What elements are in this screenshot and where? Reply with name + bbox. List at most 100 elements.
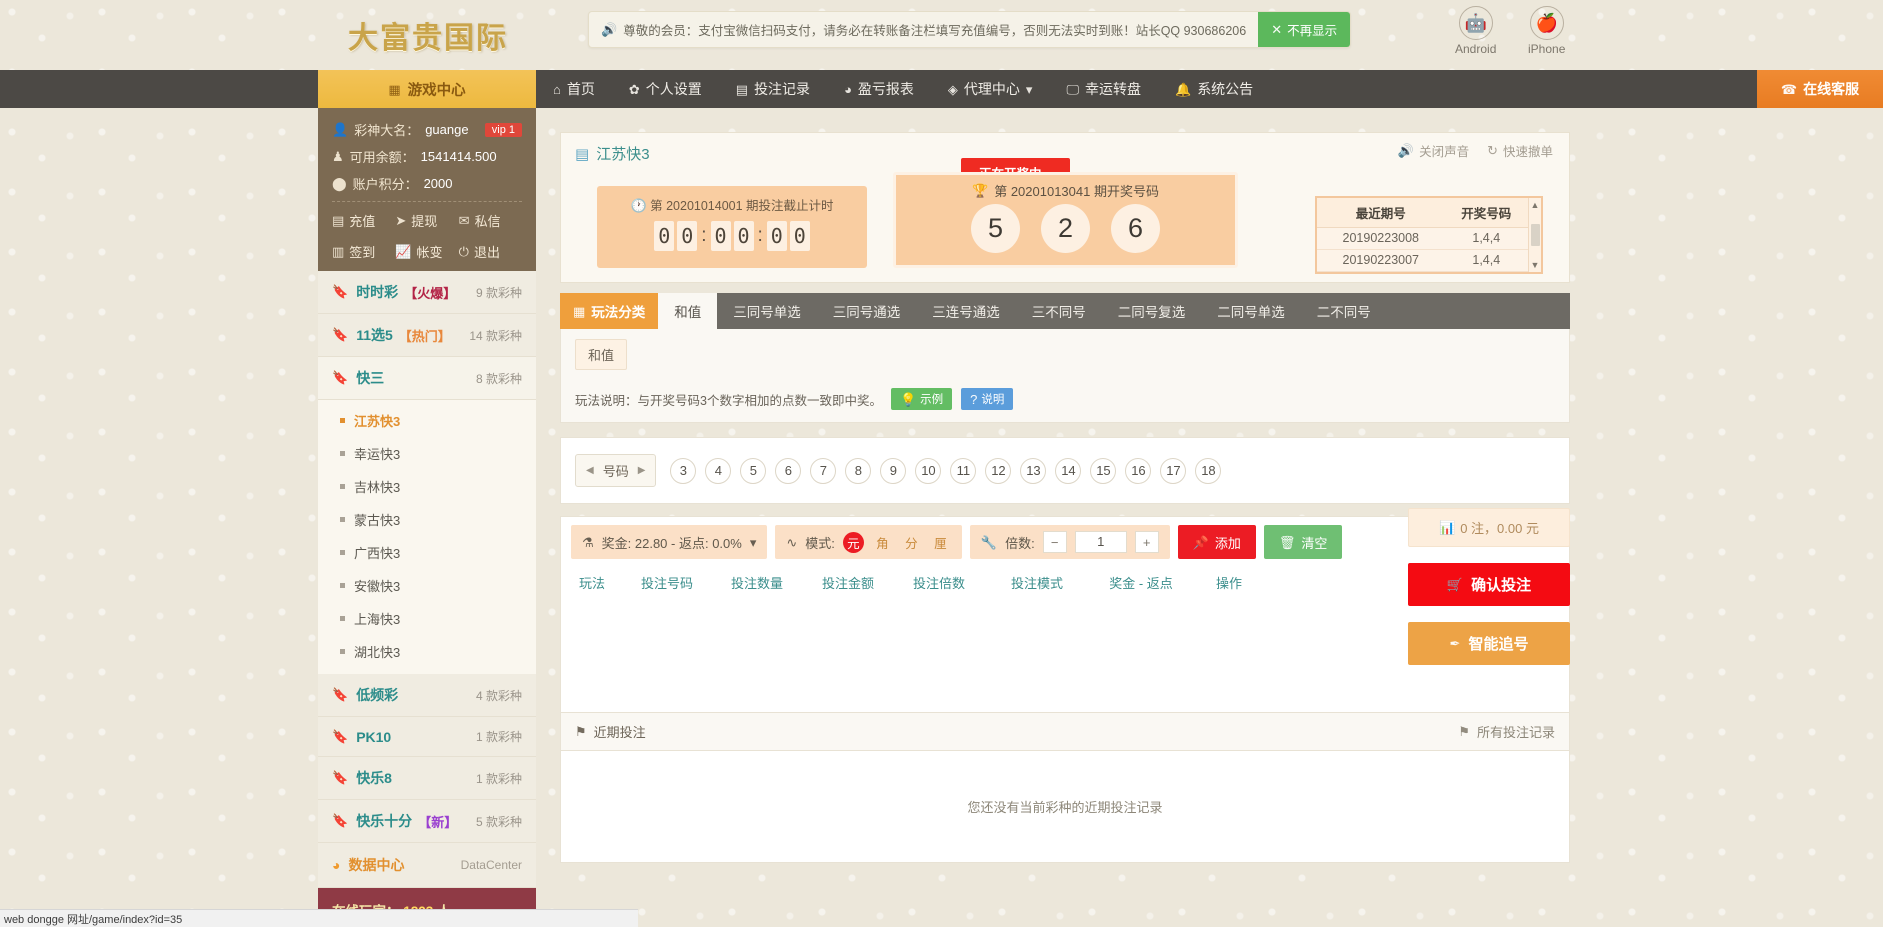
- number-ball[interactable]: 18: [1195, 457, 1222, 484]
- nav-item-label: 盈亏报表: [857, 81, 914, 97]
- user-link-withdraw[interactable]: ➤ 提现: [395, 211, 458, 230]
- tab-erbutonghao[interactable]: 二不同号: [1301, 293, 1387, 329]
- tab-ertonghao-fuxuan[interactable]: 二同号复选: [1102, 293, 1202, 329]
- nav-item-agent-center[interactable]: ◈ 代理中心 ▾: [931, 70, 1050, 108]
- number-group-nav[interactable]: ◀ 号码 ▶: [575, 454, 657, 487]
- android-download[interactable]: 🤖 Android: [1455, 6, 1496, 56]
- nav-online-service[interactable]: ☎ 在线客服: [1757, 70, 1883, 108]
- trash-icon: 🗑: [1278, 534, 1296, 550]
- column-header-mode: 投注模式: [1010, 576, 1063, 591]
- smart-chase-button[interactable]: ✒ 智能追号: [1408, 622, 1570, 665]
- all-bet-records-link[interactable]: ⚑ 所有投注记录: [1458, 722, 1555, 741]
- column-header-amount: 投注金额: [821, 576, 874, 591]
- chevron-down-icon[interactable]: ▾: [750, 536, 757, 549]
- tab-hezhi[interactable]: 和值: [658, 293, 718, 329]
- sidebar-item-jilin-kuai3[interactable]: 吉林快3: [318, 470, 536, 503]
- tab-salianhao-tongxuan[interactable]: 三连号通选: [916, 293, 1016, 329]
- sidebar-item-datacenter[interactable]: ◕ 数据中心 DataCenter: [318, 843, 536, 888]
- user-link-messages[interactable]: ✉ 私信: [459, 211, 522, 230]
- number-ball[interactable]: 13: [1020, 457, 1047, 484]
- number-ball[interactable]: 17: [1160, 457, 1187, 484]
- tab-ertonghao-danxuan[interactable]: 二同号单选: [1201, 293, 1301, 329]
- tab-santonghao-danxuan[interactable]: 三同号单选: [717, 293, 817, 329]
- sidebar-item-xingyun-kuai3[interactable]: 幸运快3: [318, 437, 536, 470]
- number-ball[interactable]: 15: [1090, 457, 1117, 484]
- category-count: 5 款彩种: [475, 814, 522, 829]
- notice-close-button[interactable]: ✕ 不再显示: [1258, 12, 1351, 47]
- subtab-hezhi[interactable]: 和值: [575, 339, 628, 370]
- chevron-left-icon[interactable]: ◀: [586, 465, 594, 476]
- scroll-down-icon[interactable]: ▼: [1531, 260, 1540, 270]
- prize-selector[interactable]: ⚗ 奖金: 22.80 - 返点: 0.0% ▾: [571, 525, 768, 559]
- number-ball[interactable]: 14: [1055, 457, 1082, 484]
- result-label: 第 20201013041 期开奖号码: [994, 184, 1159, 199]
- nav-game-center[interactable]: ▦ 游戏中心: [318, 70, 536, 108]
- number-ball[interactable]: 8: [845, 457, 872, 484]
- explain-button[interactable]: ? 说明: [961, 388, 1014, 410]
- user-link-transactions[interactable]: 📈 帐变: [395, 242, 458, 261]
- tab-santonghao-tongxuan[interactable]: 三同号通选: [817, 293, 917, 329]
- column-header-period: 最近期号: [1317, 198, 1445, 228]
- refresh-icon: ↻: [1487, 143, 1498, 158]
- sidebar-item-guangxi-kuai3[interactable]: 广西快3: [318, 536, 536, 569]
- number-ball[interactable]: 10: [915, 457, 942, 484]
- sidebar-item-hubei-kuai3[interactable]: 湖北快3: [318, 635, 536, 668]
- multiplier-increment-button[interactable]: +: [1134, 531, 1159, 553]
- confirm-bet-button[interactable]: 🛒 确认投注: [1408, 563, 1570, 606]
- mode-option-yuan[interactable]: 元: [842, 531, 864, 553]
- sound-controls: 🔊 关闭声音 ↻ 快速撤单: [1398, 141, 1553, 160]
- number-ball[interactable]: 9: [880, 457, 907, 484]
- chevron-right-icon[interactable]: ▶: [638, 465, 646, 476]
- user-link-logout[interactable]: ⏻ 退出: [459, 242, 522, 261]
- number-ball[interactable]: 16: [1125, 457, 1152, 484]
- sidebar-category-kuaile8[interactable]: 🔖 快乐8 1 款彩种: [318, 757, 536, 800]
- number-ball[interactable]: 5: [740, 457, 767, 484]
- mode-option-fen[interactable]: 分: [901, 532, 922, 553]
- user-link-recharge[interactable]: ▤ 充值: [332, 211, 395, 230]
- tab-playtype-category[interactable]: ▦ 玩法分类: [560, 293, 659, 329]
- countdown-label: 第 20201014001 期投注截止计时: [650, 199, 834, 213]
- nav-item-lucky-wheel[interactable]: 🖵 幸运转盘: [1049, 70, 1158, 108]
- nav-item-settings[interactable]: ✿ 个人设置: [612, 70, 719, 108]
- number-ball[interactable]: 6: [775, 457, 802, 484]
- sidebar-item-jiangsu-kuai3[interactable]: 江苏快3: [318, 404, 536, 437]
- tab-sanbutonghao[interactable]: 三不同号: [1016, 293, 1102, 329]
- sidebar-category-kuaisan[interactable]: 🔖 快三 8 款彩种: [318, 357, 536, 400]
- sidebar-category-kuaileshifen[interactable]: 🔖 快乐十分 【新】 5 款彩种: [318, 800, 536, 843]
- clear-bet-button[interactable]: 🗑 清空: [1263, 525, 1343, 559]
- number-ball[interactable]: 11: [950, 457, 977, 484]
- mode-option-li[interactable]: 厘: [930, 532, 951, 553]
- scroll-up-icon[interactable]: ▲: [1531, 200, 1540, 210]
- sidebar-item-menggu-kuai3[interactable]: 蒙古快3: [318, 503, 536, 536]
- nav-item-profit-report[interactable]: ◕ 盈亏报表: [827, 70, 931, 108]
- sidebar-category-11xuan5[interactable]: 🔖 11选5 【热门】 14 款彩种: [318, 314, 536, 357]
- add-bet-button[interactable]: 📌 添加: [1177, 525, 1256, 559]
- nav-item-home[interactable]: ⌂ 首页: [536, 70, 612, 108]
- iphone-download[interactable]: 🍎 iPhone: [1528, 6, 1565, 56]
- close-icon: ✕: [1271, 22, 1283, 37]
- nav-item-announcements[interactable]: 🔔 系统公告: [1158, 70, 1270, 108]
- number-ball[interactable]: 3: [670, 457, 697, 484]
- number-ball[interactable]: 12: [985, 457, 1012, 484]
- multiplier-input[interactable]: 1: [1074, 531, 1127, 553]
- sidebar-category-shishicai[interactable]: 🔖 时时彩 【火爆】 9 款彩种: [318, 271, 536, 314]
- sidebar-category-pk10[interactable]: 🔖 PK10 1 款彩种: [318, 717, 536, 757]
- toggle-sound-button[interactable]: 🔊 关闭声音: [1398, 141, 1469, 160]
- sidebar-item-shanghai-kuai3[interactable]: 上海快3: [318, 602, 536, 635]
- lottery-category-list: 🔖 时时彩 【火爆】 9 款彩种 🔖 11选5 【热门】 14 款彩种 🔖 快三…: [318, 271, 536, 400]
- multiplier-decrement-button[interactable]: −: [1042, 531, 1067, 553]
- example-button[interactable]: 💡 示例: [890, 388, 953, 410]
- sidebar-category-dipincai[interactable]: 🔖 低频彩 4 款彩种: [318, 674, 536, 717]
- result-ball: 5: [971, 204, 1020, 253]
- mode-option-jiao[interactable]: 角: [872, 532, 893, 553]
- recent-draws-scrollbar[interactable]: ▲ ▼: [1528, 198, 1541, 272]
- number-ball[interactable]: 7: [810, 457, 837, 484]
- quick-cancel-button[interactable]: ↻ 快速撤单: [1487, 141, 1553, 160]
- number-ball[interactable]: 4: [705, 457, 732, 484]
- nav-item-bet-records[interactable]: ▤ 投注记录: [719, 70, 827, 108]
- sub-item-label: 江苏快3: [354, 414, 401, 429]
- column-header-action: 操作: [1215, 576, 1242, 591]
- scrollbar-thumb[interactable]: [1530, 224, 1540, 246]
- sidebar-item-anhui-kuai3[interactable]: 安徽快3: [318, 569, 536, 602]
- user-link-checkin[interactable]: ▥ 签到: [332, 242, 395, 261]
